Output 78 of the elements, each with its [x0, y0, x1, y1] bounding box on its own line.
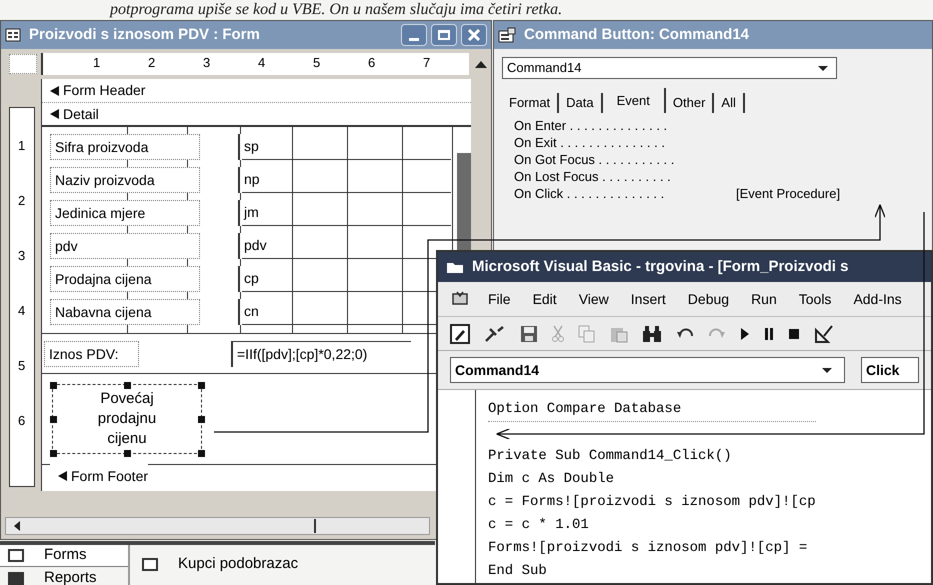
code-line: Option Compare Database: [488, 401, 682, 417]
book-text: potprograma upiše se kod u VBE. On u našem slučaju ima četiri retka.: [110, 0, 562, 19]
horizontal-scrollbar[interactable]: [5, 517, 430, 535]
property-name: On Lost Focus . . . . . . . . . .: [514, 168, 672, 184]
stop-icon[interactable]: [788, 328, 800, 340]
menu-item[interactable]: Debug: [688, 288, 730, 310]
field-label: Naziv proizvoda: [50, 166, 200, 192]
command-button[interactable]: Povećaj prodajnu cijenu: [52, 384, 202, 454]
procedure-dropdown[interactable]: Click: [861, 357, 919, 383]
text-box[interactable]: =IIf([pdv];[cp]*0,22;0): [231, 340, 411, 366]
ruler-number: 5: [313, 55, 320, 71]
section-marker-icon: [50, 109, 59, 119]
ruler-number: 4: [258, 55, 266, 71]
code-line: End Sub: [488, 563, 547, 579]
ruler-number: 1: [18, 138, 26, 154]
field-label: Prodajna cijena: [50, 266, 200, 292]
save-icon[interactable]: [520, 324, 538, 342]
ruler-number: 5: [18, 358, 26, 374]
dropdown-arrow-icon: [822, 368, 832, 372]
property-value[interactable]: [Event Procedure]: [736, 184, 840, 202]
property-name: On Exit . . . . . . . . . . . . . . .: [514, 134, 666, 150]
menu-item[interactable]: File: [488, 288, 511, 310]
design-mode-icon[interactable]: [814, 324, 834, 344]
design-icon[interactable]: [450, 324, 470, 344]
field-label: Iznos PDV:: [44, 340, 139, 366]
section-marker-icon: [58, 471, 67, 481]
section-label: Form Footer: [71, 466, 148, 486]
close-button[interactable]: [461, 24, 487, 46]
code-line: Forms![proizvodi s iznosom pdv]![cp] =: [488, 540, 808, 556]
code-line: Dim c As Double: [488, 471, 614, 487]
folder-icon: [446, 260, 464, 274]
insert-icon[interactable]: [484, 324, 506, 342]
ruler-number: 2: [18, 193, 26, 209]
window-title: Command Button: Command14: [524, 24, 749, 45]
ruler-number: 7: [423, 55, 430, 71]
ruler-number: 6: [18, 413, 26, 429]
window-title: Microsoft Visual Basic - trgovina - [Form_Proizvodi s: [472, 256, 848, 277]
menu-item[interactable]: Run: [751, 288, 777, 310]
form-icon: [5, 28, 21, 42]
ruler-number: 2: [148, 55, 156, 71]
list-item[interactable]: Kupci podobrazac: [142, 553, 298, 575]
minimize-button[interactable]: [401, 24, 427, 46]
ruler-number: 6: [368, 55, 376, 71]
section-label: Detail: [63, 104, 99, 124]
property-name: On Click . . . . . . . . . . . . . .: [514, 184, 666, 202]
field-label: Sifra proizvoda: [50, 134, 200, 160]
object-dropdown[interactable]: Command14: [450, 357, 845, 383]
code-line: c = Forms![proizvodi s iznosom pdv]![cp: [488, 494, 816, 510]
section-label: Form Header: [63, 81, 146, 100]
dropdown-arrow-icon: [818, 66, 828, 70]
binoculars-icon[interactable]: [642, 324, 662, 342]
menu-item[interactable]: Tools: [798, 288, 832, 310]
menu-item[interactable]: Add-Ins: [853, 288, 902, 310]
maximize-button[interactable]: [431, 24, 457, 46]
field-label: pdv: [50, 232, 200, 258]
property-name: On Enter . . . . . . . . . . . . . .: [514, 116, 668, 134]
menu-item[interactable]: Insert: [630, 288, 666, 310]
code-line: Private Sub Command14_Click(): [488, 448, 732, 464]
field-label: Jedinica mjere: [50, 200, 200, 226]
access-icon[interactable]: [450, 290, 470, 308]
close-icon: [468, 29, 480, 41]
ruler-number: 3: [18, 248, 26, 264]
ruler-number: 1: [93, 55, 100, 71]
ruler-number: 3: [203, 55, 210, 71]
object-dropdown[interactable]: Command14: [502, 57, 837, 79]
undo-icon[interactable]: [676, 326, 694, 340]
group-tab[interactable]: Forms: [0, 545, 128, 567]
run-icon[interactable]: [740, 326, 750, 340]
ruler-number: 4: [18, 303, 26, 319]
properties-icon: [498, 27, 516, 43]
pause-icon[interactable]: [764, 326, 774, 340]
window-title: Proizvodi s iznosom PDV : Form: [29, 24, 260, 45]
field-label: Nabavna cijena: [50, 298, 200, 324]
code-line: c = c * 1.01: [488, 517, 589, 533]
ruler-corner: [9, 54, 37, 74]
menu-item[interactable]: View: [578, 288, 609, 310]
menu-item[interactable]: Edit: [532, 288, 557, 310]
property-name: On Got Focus . . . . . . . . . . .: [514, 150, 676, 168]
